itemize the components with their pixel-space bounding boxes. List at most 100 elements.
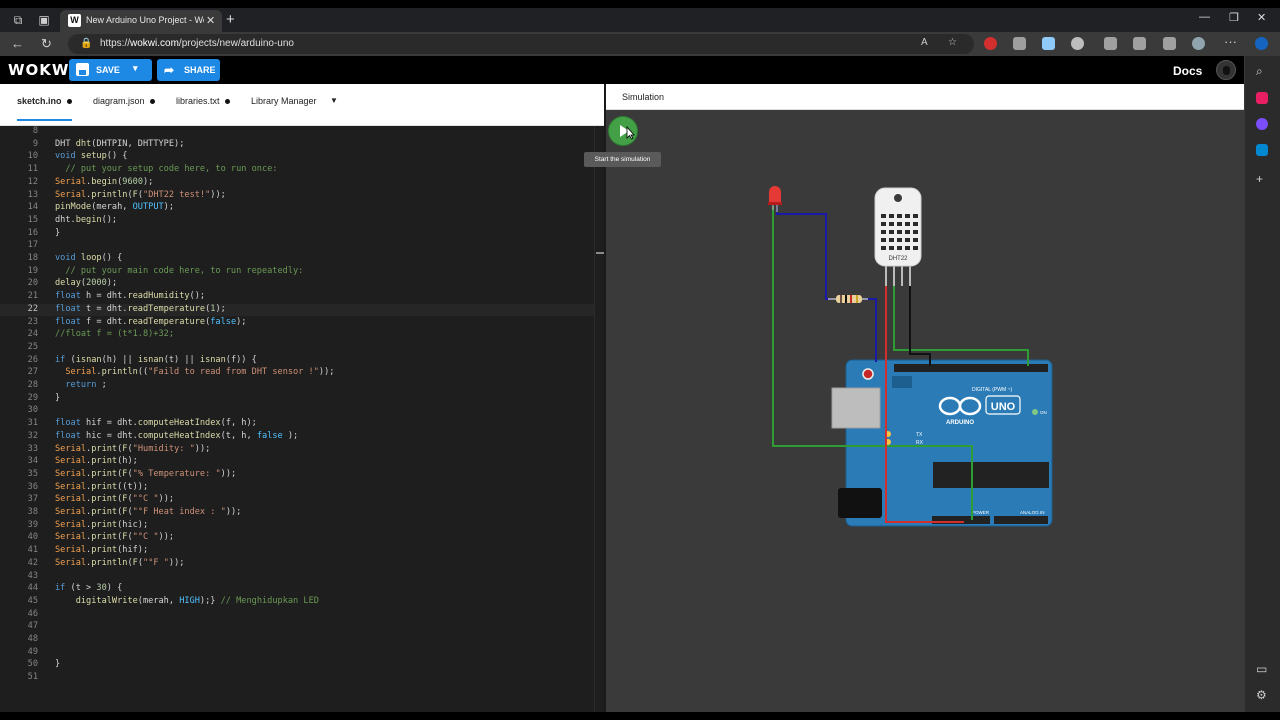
minimize-icon[interactable]: —: [1199, 11, 1210, 23]
code-line[interactable]: 39 Serial.print(hic);: [0, 520, 596, 533]
address-bar[interactable]: 🔒 https://wokwi.com/projects/new/arduino…: [68, 34, 974, 54]
code-text: digitalWrite(merah, HIGH);} // Menghidup…: [75, 595, 319, 606]
maximize-icon[interactable]: ❐: [1229, 11, 1239, 24]
user-avatar[interactable]: [1216, 60, 1236, 80]
code-line[interactable]: 41 Serial.print(hif);: [0, 545, 596, 558]
arduino-uno-board[interactable]: UNO ARDUINO DIGITAL (PWM ~) POWER ANALOG…: [831, 359, 1053, 527]
back-icon[interactable]: ←: [11, 36, 24, 51]
more-menu-icon[interactable]: ···: [1224, 34, 1237, 49]
code-line[interactable]: 28 return ;: [0, 380, 596, 393]
wokwi-logo[interactable]: WOKWI: [8, 61, 76, 79]
code-line[interactable]: 49: [0, 647, 596, 660]
extension-doc-icon[interactable]: [1042, 37, 1055, 50]
resistor[interactable]: [828, 295, 868, 303]
save-dropdown-icon[interactable]: ▾: [133, 63, 138, 74]
code-line[interactable]: 15 dht.begin();: [0, 215, 596, 228]
code-line[interactable]: 45 digitalWrite(merah, HIGH);} // Menghi…: [0, 596, 596, 609]
code-editor[interactable]: 8 9 DHT dht(DHTPIN, DHTTYPE); 10 void setup(…: [0, 126, 604, 712]
sidebar-settings-icon[interactable]: ⚙: [1256, 688, 1267, 702]
tab-libraries-txt[interactable]: libraries.txt: [176, 96, 230, 106]
code-line[interactable]: 50}: [0, 659, 596, 672]
save-button[interactable]: SAVE ▾: [69, 59, 152, 81]
performance-icon[interactable]: [1163, 37, 1176, 50]
close-window-icon[interactable]: ✕: [1257, 11, 1266, 24]
code-line[interactable]: 29}: [0, 393, 596, 406]
wire-black-gnd[interactable]: [909, 286, 931, 366]
tab-diagram-json[interactable]: diagram.json: [93, 96, 155, 106]
reset-button[interactable]: [862, 368, 874, 380]
code-line[interactable]: 36 Serial.print((t));: [0, 482, 596, 495]
code-line[interactable]: 12 Serial.begin(9600);: [0, 177, 596, 190]
code-line[interactable]: 9 DHT dht(DHTPIN, DHTTYPE);: [0, 139, 596, 152]
wire-blue-resistor[interactable]: [864, 298, 877, 362]
close-tab-icon[interactable]: ✕: [206, 14, 215, 27]
collections-icon[interactable]: [1133, 37, 1146, 50]
code-line[interactable]: 47: [0, 621, 596, 634]
tab-sketch-ino[interactable]: sketch.ino: [17, 96, 72, 121]
code-line[interactable]: 44 if (t > 30) {: [0, 583, 596, 596]
red-led[interactable]: [768, 186, 782, 212]
docs-link[interactable]: Docs: [1173, 64, 1202, 78]
code-line[interactable]: 33 Serial.print(F("Humidity: "));: [0, 444, 596, 457]
code-line[interactable]: 13 Serial.println(F("DHT22 test!"));: [0, 190, 596, 203]
code-line[interactable]: 10 void setup() {: [0, 151, 596, 164]
profile-icon[interactable]: [1192, 37, 1205, 50]
code-line[interactable]: 30: [0, 405, 596, 418]
code-line[interactable]: 24 //float f = (t*1.8)+32;: [0, 329, 596, 342]
code-line[interactable]: 43: [0, 571, 596, 584]
read-aloud-icon[interactable]: A: [921, 37, 928, 48]
refresh-icon[interactable]: ↻: [41, 36, 52, 52]
code-line[interactable]: 46: [0, 609, 596, 622]
code-line[interactable]: 23 float f = dht.readTemperature(false);: [0, 317, 596, 330]
code-line[interactable]: 8: [0, 126, 596, 139]
sidebar-panel-icon[interactable]: ▭: [1256, 662, 1267, 676]
code-line[interactable]: 22 float t = dht.readTemperature(1);: [0, 303, 596, 317]
sidebar-copilot-icon[interactable]: [1256, 118, 1268, 130]
tab-actions-icon[interactable]: ▣: [36, 12, 52, 28]
code-line[interactable]: 25: [0, 342, 596, 355]
code-line[interactable]: 11 // put your setup code here, to run o…: [0, 164, 596, 177]
workspaces-icon[interactable]: ⧉: [10, 12, 26, 28]
code-line[interactable]: 35 Serial.print(F("% Temperature: "));: [0, 469, 596, 482]
browser-tab-active[interactable]: W New Arduino Uno Project - Wokwi ✕: [60, 10, 222, 32]
code-line[interactable]: 37 Serial.print(F("°C "));: [0, 494, 596, 507]
extension-puzzle-icon[interactable]: [1013, 37, 1026, 50]
on-label: ON: [1040, 410, 1047, 415]
code-line[interactable]: 16}: [0, 228, 596, 241]
favorite-star-icon[interactable]: ☆: [948, 37, 957, 48]
code-line[interactable]: 21 float h = dht.readHumidity();: [0, 291, 596, 304]
sidebar-shopping-icon[interactable]: [1256, 92, 1268, 104]
code-line[interactable]: 40 Serial.print(F("°C "));: [0, 532, 596, 545]
code-line[interactable]: 17: [0, 240, 596, 253]
sidebar-add-icon[interactable]: +: [1256, 172, 1263, 186]
code-line[interactable]: 27 Serial.println(("Faild to read from D…: [0, 367, 596, 380]
code-line[interactable]: 42 Serial.println(F("°F "));: [0, 558, 596, 571]
code-line[interactable]: 31 float hif = dht.computeHeatIndex(f, h)…: [0, 418, 596, 431]
code-line[interactable]: 51: [0, 672, 596, 685]
bing-copilot-icon[interactable]: [1255, 37, 1268, 50]
code-line[interactable]: 19 // put your main code here, to run re…: [0, 266, 596, 279]
favorites-icon[interactable]: [1104, 37, 1117, 50]
new-tab-icon[interactable]: +: [226, 11, 235, 28]
code-line[interactable]: 14 pinMode(merah, OUTPUT);: [0, 202, 596, 215]
extension-refresh-icon[interactable]: [1071, 37, 1084, 50]
code-line[interactable]: 34 Serial.print(h);: [0, 456, 596, 469]
share-button[interactable]: ➦ SHARE: [157, 59, 220, 81]
scrollbar-marker: [596, 252, 604, 254]
code-line[interactable]: 48: [0, 634, 596, 647]
code-text: Serial.println(F("DHT22 test!"));: [55, 189, 226, 200]
extension-opera-icon[interactable]: [984, 37, 997, 50]
file-menu-dropdown-icon[interactable]: ▼: [330, 96, 338, 105]
tab-library-manager[interactable]: Library Manager: [251, 96, 317, 106]
editor-scrollbar[interactable]: [594, 126, 604, 712]
code-line[interactable]: 20 delay(2000);: [0, 278, 596, 291]
sidebar-outlook-icon[interactable]: [1256, 144, 1268, 156]
code-line[interactable]: 26 if (isnan(h) || isnan(t) || isnan(f)) …: [0, 355, 596, 368]
dht22-sensor[interactable]: DHT22: [874, 187, 922, 286]
line-number: 43: [27, 570, 38, 581]
code-line[interactable]: 18 void loop() {: [0, 253, 596, 266]
code-line[interactable]: 38 Serial.print(F("°F Heat index : "));: [0, 507, 596, 520]
sidebar-search-icon[interactable]: ⌕: [1256, 64, 1263, 79]
code-line[interactable]: 32 float hic = dht.computeHeatIndex(t, h,…: [0, 431, 596, 444]
wire-blue-led[interactable]: [776, 206, 832, 300]
